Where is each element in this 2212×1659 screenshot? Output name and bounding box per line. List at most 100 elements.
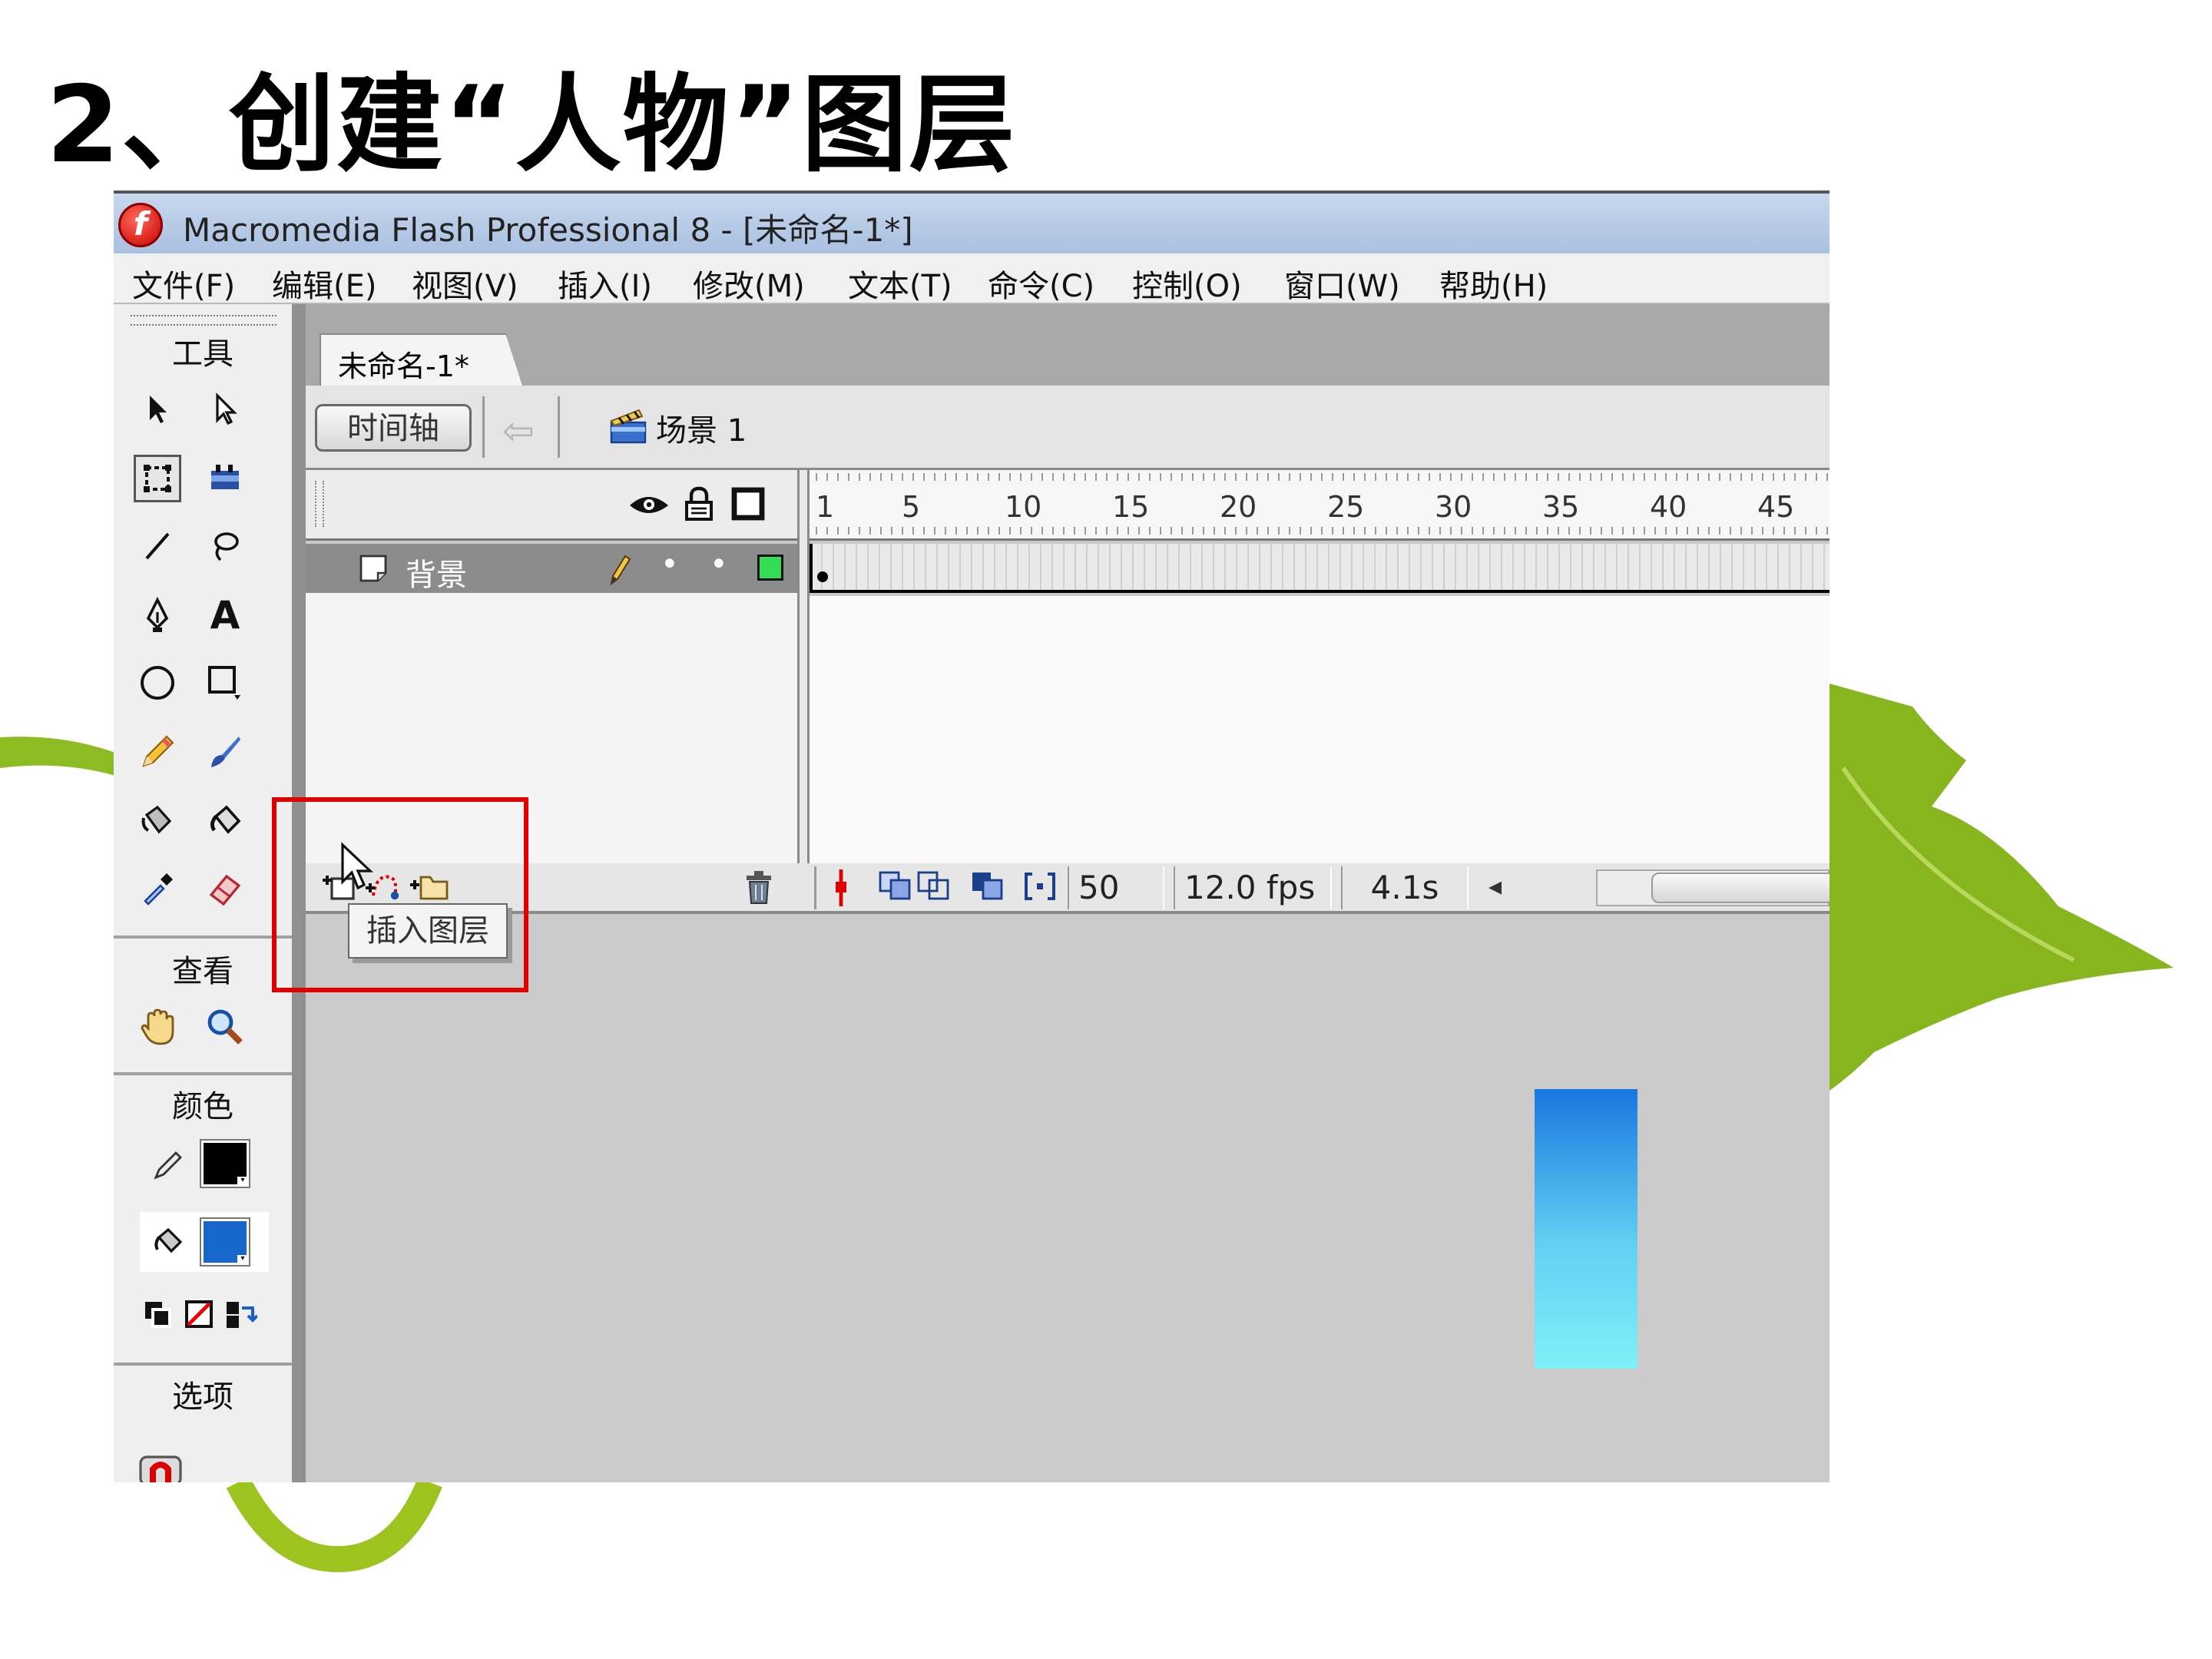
selection-tool[interactable]	[134, 386, 181, 433]
view-label: 查看	[172, 954, 233, 989]
ruler-tick	[837, 527, 839, 535]
center-frame-button[interactable]	[830, 869, 853, 909]
scene-label[interactable]: 场景 1	[656, 406, 747, 450]
ruler-tick	[1418, 527, 1419, 535]
ruler-tick	[1676, 473, 1677, 481]
gradient-transform-tool[interactable]	[201, 455, 249, 502]
ruler-tick	[912, 473, 914, 481]
eye-icon[interactable]	[628, 490, 670, 521]
lasso-tool[interactable]	[201, 522, 249, 570]
menu-view[interactable]: 视图(V)	[412, 261, 518, 306]
ruler-tick	[1289, 527, 1290, 535]
edit-multiple-frames-button[interactable]	[971, 871, 1005, 905]
ruler-tick	[1558, 527, 1559, 535]
ruler-tick	[1171, 473, 1172, 481]
pen-nib-icon	[146, 597, 169, 632]
subselection-tool[interactable]	[201, 386, 249, 433]
text-tool[interactable]: A	[201, 591, 249, 639]
swap-colors-button[interactable]	[217, 1290, 264, 1338]
modify-onion-markers-button[interactable]	[1023, 871, 1057, 905]
ruler-tick	[1257, 473, 1258, 481]
pen-tool[interactable]	[134, 591, 181, 639]
hand-tool[interactable]	[134, 1003, 181, 1051]
back-arrow-icon[interactable]: ⇦	[502, 409, 535, 453]
ruler-tick	[869, 473, 871, 481]
no-color-icon	[185, 1300, 213, 1328]
layer-frames[interactable]	[810, 544, 1830, 593]
ruler-tick	[1665, 527, 1667, 535]
document-tab[interactable]: 未命名-1*	[320, 333, 522, 386]
menu-control[interactable]: 控制(O)	[1132, 261, 1242, 306]
scroll-left-icon[interactable]: ◂	[1488, 871, 1502, 902]
no-color-button[interactable]	[175, 1290, 223, 1338]
toolbox-grip[interactable]	[131, 315, 276, 326]
black-white-button[interactable]	[134, 1290, 181, 1338]
ruler-tick	[1214, 527, 1215, 535]
free-transform-tool[interactable]	[134, 455, 181, 502]
stroke-color-swatch[interactable]: ▾	[200, 1139, 250, 1188]
ruler-tick	[1300, 527, 1301, 535]
eraser-tool[interactable]	[201, 865, 249, 912]
snap-to-objects-button[interactable]	[137, 1445, 184, 1482]
layer-row-background[interactable]: 背景 • •	[306, 544, 797, 593]
timeline-splitter[interactable]	[797, 470, 810, 900]
line-tool[interactable]	[134, 522, 181, 570]
ruler-tick	[1149, 527, 1151, 535]
ruler-tick	[902, 527, 903, 535]
brush-icon	[211, 737, 240, 767]
ruler-tick	[912, 527, 914, 535]
frame-number: 30	[1435, 490, 1472, 524]
frame-rate-display[interactable]: 12.0 fps	[1174, 866, 1332, 909]
timeline-scrollbar[interactable]	[1596, 869, 1830, 906]
current-frame-display[interactable]: 50	[1068, 866, 1164, 909]
ink-bottle-icon	[141, 805, 172, 834]
rectangle-tool[interactable]	[201, 659, 249, 707]
timeline-grip[interactable]	[315, 481, 324, 527]
scrollbar-thumb[interactable]	[1651, 873, 1830, 903]
menu-modify[interactable]: 修改(M)	[693, 261, 805, 306]
menu-edit[interactable]: 编辑(E)	[272, 261, 376, 306]
delete-layer-button[interactable]	[743, 869, 774, 909]
ruler-tick	[1493, 473, 1495, 481]
brush-tool[interactable]	[201, 728, 249, 776]
ruler-tick	[945, 473, 946, 481]
window-titlebar[interactable]: f Macromedia Flash Professional 8 - [未命名…	[114, 190, 1830, 253]
menu-commands[interactable]: 命令(C)	[988, 261, 1094, 306]
ruler-tick	[826, 473, 828, 481]
pencil-icon	[142, 735, 174, 767]
menu-insert[interactable]: 插入(I)	[558, 261, 652, 306]
menu-window[interactable]: 窗口(W)	[1284, 261, 1400, 306]
fill-color-swatch[interactable]: ▾	[200, 1217, 250, 1267]
slide-title: 2、创建“人物”图层	[46, 63, 1017, 187]
keyframe-dot[interactable]	[817, 571, 828, 582]
menu-help[interactable]: 帮助(H)	[1439, 261, 1548, 306]
ruler-tick	[1805, 473, 1806, 481]
ruler-tick	[1074, 527, 1075, 535]
lock-icon[interactable]	[684, 485, 714, 525]
menu-text[interactable]: 文本(T)	[848, 261, 952, 306]
paint-bucket-tool[interactable]	[201, 797, 249, 845]
ruler-tick	[1568, 527, 1570, 535]
ruler-tick	[1396, 527, 1398, 535]
lock-dot[interactable]: •	[710, 547, 728, 582]
outline-color-box[interactable]	[757, 555, 783, 581]
ruler-tick	[1396, 473, 1398, 481]
eyedropper-tool[interactable]	[134, 865, 181, 912]
ink-bottle-tool[interactable]	[134, 797, 181, 845]
menu-file[interactable]: 文件(F)	[132, 261, 235, 306]
ruler-tick	[1418, 473, 1419, 481]
ruler-tick	[1343, 527, 1344, 535]
document-tab-strip: 未命名-1*	[306, 304, 1830, 386]
onion-skin-button[interactable]	[879, 871, 912, 905]
editbar-separator	[558, 396, 560, 458]
outline-square-icon[interactable]	[731, 487, 765, 524]
timeline-toggle-button[interactable]: 时间轴	[315, 404, 472, 452]
layer-name[interactable]: 背景	[406, 550, 467, 594]
ruler-tick	[966, 473, 968, 481]
oval-tool[interactable]	[134, 659, 181, 707]
onion-skin-outlines-button[interactable]	[917, 871, 951, 905]
zoom-tool[interactable]	[201, 1003, 249, 1051]
visibility-dot[interactable]: •	[661, 547, 679, 582]
ruler-tick	[1439, 473, 1441, 481]
pencil-tool[interactable]	[134, 728, 181, 776]
